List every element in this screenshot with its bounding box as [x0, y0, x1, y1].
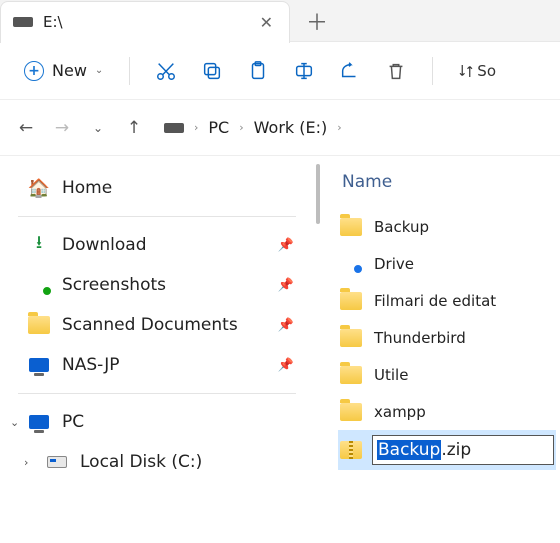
sort-label: So	[477, 62, 496, 80]
file-row[interactable]: xampp	[338, 393, 556, 430]
copy-button[interactable]	[192, 51, 232, 91]
share-button[interactable]	[330, 51, 370, 91]
zip-icon	[340, 441, 362, 459]
pin-icon: 📌	[278, 238, 300, 253]
sidebar-pc[interactable]: ⌄ PC	[6, 402, 308, 442]
recent-dropdown[interactable]: ⌄	[82, 112, 114, 144]
separator	[129, 57, 130, 85]
file-name: Utile	[374, 366, 408, 384]
sidebar-label: Home	[62, 178, 300, 198]
file-name: Filmari de editat	[374, 292, 496, 310]
cut-button[interactable]	[146, 51, 186, 91]
separator	[18, 216, 296, 217]
rename-input[interactable]: Backup.zip	[372, 435, 554, 465]
pin-icon: 📌	[278, 278, 300, 293]
file-row[interactable]: Drive	[338, 245, 556, 282]
sidebar-label: Scanned Documents	[62, 315, 266, 335]
rename-button[interactable]	[284, 51, 324, 91]
back-button[interactable]: ←	[10, 112, 42, 144]
splitter[interactable]	[314, 156, 320, 543]
up-button[interactable]: ↑	[118, 112, 150, 144]
tab-title: E:\	[43, 13, 246, 31]
pin-icon: 📌	[278, 318, 300, 333]
drive-icon	[164, 123, 184, 133]
file-row-renaming[interactable]: Backup.zip	[338, 430, 556, 470]
separator	[18, 393, 296, 394]
separator	[432, 57, 433, 85]
drive-icon	[340, 255, 362, 273]
nav-row: ← → ⌄ ↑ › PC › Work (E:) ›	[0, 100, 560, 156]
tab-active[interactable]: E:\ ✕	[0, 1, 290, 43]
plus-circle-icon: +	[24, 61, 44, 81]
file-name: Backup	[374, 218, 429, 236]
sidebar-item-scanned[interactable]: Scanned Documents 📌	[6, 305, 308, 345]
folder-badge-icon	[28, 276, 50, 294]
sidebar-label: Download	[62, 235, 266, 255]
chevron-right-icon: ›	[239, 121, 243, 134]
monitor-icon	[28, 358, 50, 372]
sort-icon	[457, 62, 475, 80]
disk-icon	[46, 456, 68, 468]
folder-icon	[340, 403, 362, 421]
monitor-icon	[28, 415, 50, 429]
chevron-right-icon[interactable]: ›	[24, 456, 28, 469]
address-bar[interactable]: › PC › Work (E:) ›	[164, 118, 342, 137]
copy-icon	[201, 60, 223, 82]
close-icon[interactable]: ✕	[256, 9, 277, 36]
crumb-drive[interactable]: Work (E:)	[254, 118, 328, 137]
folder-icon	[340, 218, 362, 236]
folder-icon	[340, 329, 362, 347]
folder-icon	[340, 292, 362, 310]
trash-icon	[385, 60, 407, 82]
clipboard-icon	[247, 60, 269, 82]
share-icon	[339, 60, 361, 82]
file-row[interactable]: Backup	[338, 208, 556, 245]
forward-button[interactable]: →	[46, 112, 78, 144]
sidebar-label: NAS-JP	[62, 355, 266, 375]
toolbar: + New ⌄ So	[0, 42, 560, 100]
chevron-right-icon: ›	[194, 121, 198, 134]
folder-icon	[340, 366, 362, 384]
rename-icon	[293, 60, 315, 82]
sort-button[interactable]: So	[449, 62, 496, 80]
home-icon: 🏠	[28, 178, 50, 199]
pin-icon: 📌	[278, 358, 300, 373]
file-name: Drive	[374, 255, 414, 273]
file-pane: Name Backup Drive Filmari de editat Thun…	[320, 156, 560, 543]
sidebar-label: PC	[62, 412, 300, 432]
chevron-down-icon[interactable]: ⌄	[10, 416, 19, 429]
sidebar-item-nas[interactable]: NAS-JP 📌	[6, 345, 308, 385]
new-label: New	[52, 61, 87, 80]
content: 🏠 Home ⭳ Download 📌 Screenshots 📌 Scanne…	[0, 156, 560, 543]
sidebar-home[interactable]: 🏠 Home	[6, 168, 308, 208]
drive-icon	[13, 17, 33, 27]
folder-icon	[28, 316, 50, 334]
new-button[interactable]: + New ⌄	[14, 55, 113, 87]
file-name: Thunderbird	[374, 329, 466, 347]
sidebar: 🏠 Home ⭳ Download 📌 Screenshots 📌 Scanne…	[0, 156, 314, 543]
file-row[interactable]: Utile	[338, 356, 556, 393]
sidebar-local-disk[interactable]: › Local Disk (C:)	[6, 442, 308, 482]
chevron-down-icon: ⌄	[95, 65, 103, 76]
sidebar-label: Screenshots	[62, 275, 266, 295]
file-row[interactable]: Filmari de editat	[338, 282, 556, 319]
crumb-pc[interactable]: PC	[208, 118, 229, 137]
sidebar-item-download[interactable]: ⭳ Download 📌	[6, 225, 308, 265]
chevron-right-icon: ›	[337, 121, 341, 134]
file-row[interactable]: Thunderbird	[338, 319, 556, 356]
new-tab-button[interactable]: ＋	[290, 5, 344, 37]
sidebar-label: Local Disk (C:)	[80, 452, 300, 472]
column-header-name[interactable]: Name	[338, 164, 556, 208]
delete-button[interactable]	[376, 51, 416, 91]
sidebar-item-screenshots[interactable]: Screenshots 📌	[6, 265, 308, 305]
rename-extension: .zip	[441, 440, 471, 460]
download-icon: ⭳	[28, 230, 50, 260]
scissors-icon	[155, 60, 177, 82]
paste-button[interactable]	[238, 51, 278, 91]
rename-selection: Backup	[377, 440, 441, 460]
file-name: xampp	[374, 403, 426, 421]
tab-strip: E:\ ✕ ＋	[0, 0, 560, 42]
